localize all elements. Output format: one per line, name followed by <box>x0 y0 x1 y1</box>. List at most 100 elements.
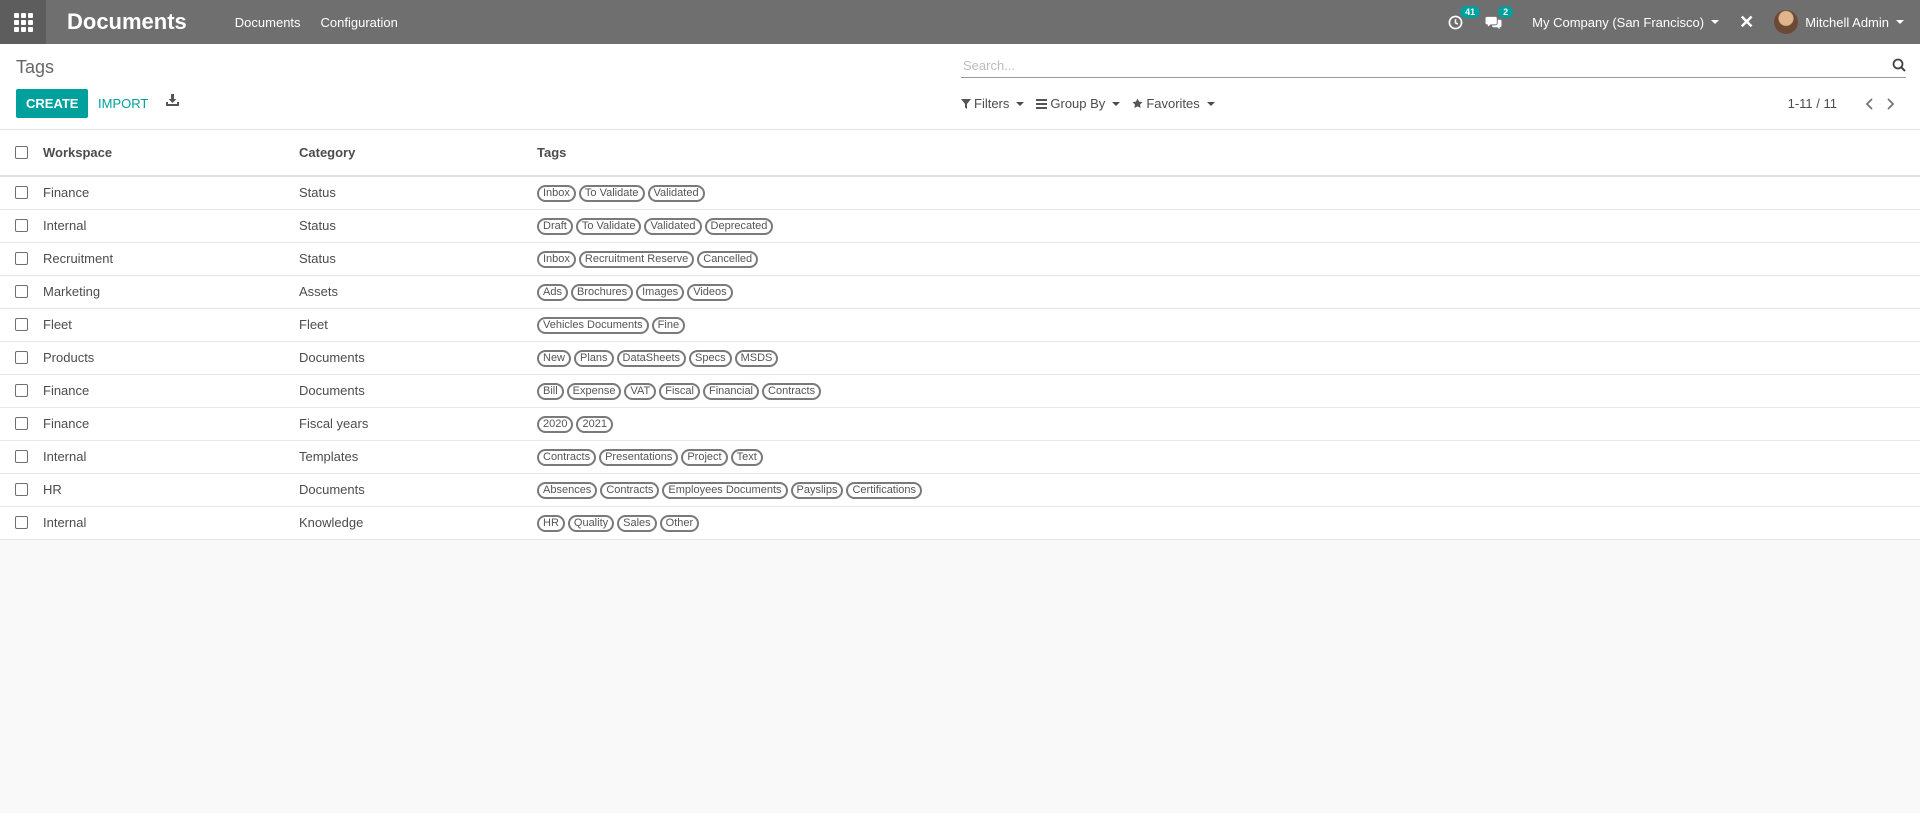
breadcrumb: Tags <box>16 57 55 77</box>
tag-badge: Employees Documents <box>662 481 788 499</box>
tag-badge: DataSheets <box>616 349 687 367</box>
table-row[interactable]: Fleet Fleet Vehicles Documents Fine <box>0 308 1920 342</box>
tag-badge: Specs <box>689 349 732 367</box>
row-checkbox[interactable] <box>15 483 28 496</box>
table-row[interactable]: Finance Fiscal years 2020 2021 <box>0 407 1920 441</box>
tag-badge: Text <box>730 448 763 466</box>
user-menu[interactable]: Mitchell Admin <box>1774 10 1904 34</box>
chevron-right-icon[interactable] <box>1887 97 1895 110</box>
search-icon[interactable] <box>1892 58 1906 75</box>
group-by-label: Group By <box>1050 96 1106 111</box>
table-row[interactable]: Internal Knowledge HR Quality Sales Other <box>0 506 1920 540</box>
table-row[interactable]: Internal Status Draft To Validate Validated D… <box>0 209 1920 243</box>
menu-documents[interactable]: Documents <box>235 15 301 30</box>
tag-badge: To Validate <box>578 184 645 202</box>
category-cell: Templates <box>299 440 537 474</box>
workspace-cell: Internal <box>43 506 299 540</box>
table-row[interactable]: Products Documents New Plans DataSheets Specs… <box>0 341 1920 375</box>
favorites-dropdown[interactable]: Favorites <box>1132 96 1215 111</box>
table-row[interactable]: Recruitment Status Inbox Recruitment Reserv… <box>0 242 1920 276</box>
search-options: Filters Group By Favorites <box>961 96 1227 111</box>
workspace-cell: Internal <box>43 440 299 474</box>
control-panel: Tags CREATE IMPORT Filters <box>0 44 1920 130</box>
select-all-checkbox[interactable] <box>15 146 28 159</box>
tag-badge: Fine <box>651 316 686 334</box>
list-view: Workspace Category Tags Finance Status Inb… <box>0 130 1920 540</box>
tags-cell: Ads Brochures Images Videos <box>537 275 1920 309</box>
chevron-down-icon <box>1206 101 1215 106</box>
table-row[interactable]: Finance Documents Bill Expense VAT Fiscal Fina… <box>0 374 1920 408</box>
tag-badge: Plans <box>574 349 614 367</box>
workspace-cell: Finance <box>43 176 299 210</box>
tag-badge: Vehicles Documents <box>537 316 649 334</box>
category-cell: Knowledge <box>299 506 537 540</box>
row-checkbox[interactable] <box>15 285 28 298</box>
workspace-cell: Marketing <box>43 275 299 309</box>
category-cell: Fleet <box>299 308 537 342</box>
tags-cell: Draft To Validate Validated Deprecated <box>537 209 1920 243</box>
app-title: Documents <box>67 9 187 34</box>
messaging-menu[interactable]: 2 <box>1485 5 1514 30</box>
avatar <box>1774 10 1799 34</box>
activity-menu[interactable]: 41 <box>1448 5 1481 30</box>
apps-menu-button[interactable] <box>0 0 46 44</box>
tag-badge: Fiscal <box>659 382 700 400</box>
row-checkbox[interactable] <box>15 219 28 232</box>
workspace-cell: Recruitment <box>43 242 299 276</box>
tag-badge: Ads <box>537 283 568 301</box>
tag-badge: HR <box>537 514 565 532</box>
tag-badge: Absences <box>537 481 598 499</box>
tags-cell: HR Quality Sales Other <box>537 506 1920 540</box>
tag-badge: Recruitment Reserve <box>578 250 695 268</box>
tags-cell: Contracts Presentations Project Text <box>537 440 1920 474</box>
table-row[interactable]: Internal Templates Contracts Presentations P… <box>0 440 1920 474</box>
tag-badge: Payslips <box>790 481 844 499</box>
tags-cell: Inbox To Validate Validated <box>537 176 1920 210</box>
filters-dropdown[interactable]: Filters <box>961 96 1025 111</box>
row-checkbox[interactable] <box>15 450 28 463</box>
table-row[interactable]: Finance Status Inbox To Validate Validated <box>0 176 1920 210</box>
menu-configuration[interactable]: Configuration <box>321 15 398 30</box>
table-row[interactable]: HR Documents Absences Contracts Employees Do… <box>0 473 1920 507</box>
row-checkbox[interactable] <box>15 384 28 397</box>
category-cell: Fiscal years <box>299 407 537 441</box>
tag-badge: Presentations <box>599 448 679 466</box>
group-by-dropdown[interactable]: Group By <box>1036 96 1121 111</box>
workspace-cell: HR <box>43 473 299 507</box>
tags-table: Workspace Category Tags Finance Status Inb… <box>0 130 1920 540</box>
company-name: My Company (San Francisco) <box>1532 14 1705 30</box>
create-button[interactable]: CREATE <box>16 89 89 118</box>
column-header-workspace[interactable]: Workspace <box>43 130 299 177</box>
row-checkbox[interactable] <box>15 186 28 200</box>
row-checkbox[interactable] <box>15 417 28 430</box>
category-cell: Documents <box>299 341 537 375</box>
chevron-down-icon <box>1711 20 1720 24</box>
row-checkbox[interactable] <box>15 252 28 265</box>
tag-badge: Expense <box>566 382 622 400</box>
table-row[interactable]: Marketing Assets Ads Brochures Images Videos <box>0 275 1920 309</box>
import-button[interactable]: IMPORT <box>96 89 150 118</box>
filters-label: Filters <box>974 96 1010 111</box>
tag-badge: Draft <box>537 217 573 235</box>
row-checkbox[interactable] <box>15 516 28 529</box>
search-input[interactable] <box>961 54 1881 76</box>
tag-badge: Financial <box>702 382 760 400</box>
row-checkbox[interactable] <box>15 351 28 364</box>
category-cell: Status <box>299 176 537 210</box>
tag-badge: Images <box>636 283 685 301</box>
chevron-left-icon[interactable] <box>1865 97 1873 110</box>
tags-cell: Absences Contracts Employees Documents Pays… <box>537 473 1920 507</box>
category-cell: Status <box>299 209 537 243</box>
column-header-category[interactable]: Category <box>299 130 537 177</box>
workspace-cell: Products <box>43 341 299 375</box>
tag-badge: 2020 <box>537 415 574 433</box>
tags-cell: Vehicles Documents Fine <box>537 308 1920 342</box>
workspace-cell: Finance <box>43 374 299 408</box>
row-checkbox[interactable] <box>15 318 28 331</box>
download-icon[interactable] <box>166 94 179 109</box>
company-switcher[interactable]: My Company (San Francisco) <box>1532 14 1720 30</box>
close-debug-icon[interactable]: ✕ <box>1739 12 1754 33</box>
column-header-tags[interactable]: Tags <box>537 130 1920 177</box>
pager-value[interactable]: 1-11 / 11 <box>1788 96 1837 111</box>
apps-grid-icon <box>13 12 33 32</box>
